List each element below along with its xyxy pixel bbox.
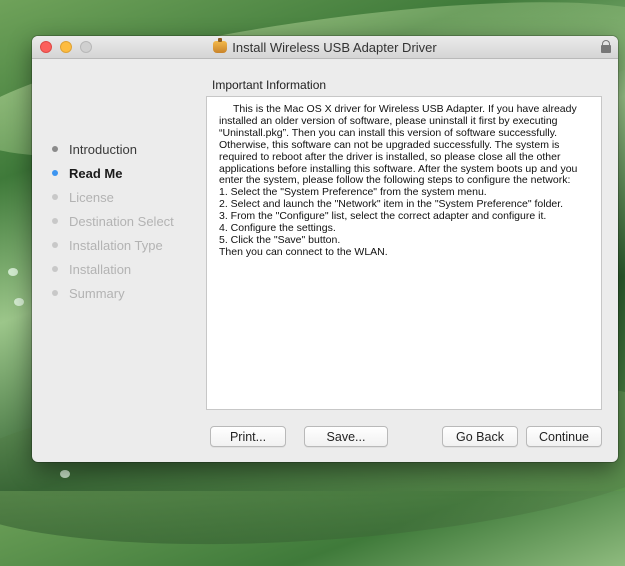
step-dot-icon: [52, 242, 58, 248]
step-dot-icon: [52, 194, 58, 200]
window-title: Install Wireless USB Adapter Driver: [32, 38, 618, 55]
water-drop: [14, 298, 24, 306]
window-title-text: Install Wireless USB Adapter Driver: [232, 40, 437, 55]
lock-icon: [601, 40, 611, 53]
readme-text-area[interactable]: This is the Mac OS X driver for Wireless…: [206, 96, 602, 410]
sidebar-item-destination-select: Destination Select: [52, 214, 174, 230]
continue-button[interactable]: Continue: [526, 426, 602, 447]
title-bar[interactable]: Install Wireless USB Adapter Driver: [32, 36, 618, 59]
go-back-button[interactable]: Go Back: [442, 426, 518, 447]
sidebar-item-installation-type: Installation Type: [52, 238, 163, 254]
save-button[interactable]: Save...: [304, 426, 388, 447]
installer-window: Install Wireless USB Adapter Driver Intr…: [32, 36, 618, 462]
water-drop: [8, 268, 18, 276]
sidebar-item-read-me: Read Me: [52, 166, 122, 182]
print-button[interactable]: Print...: [210, 426, 286, 447]
readme-intro: This is the Mac OS X driver for Wireless…: [219, 103, 578, 187]
sidebar-item-license: License: [52, 190, 114, 206]
step-dot-icon: [52, 146, 58, 152]
section-title: Important Information: [212, 78, 327, 92]
readme-closing: Then you can connect to the WLAN.: [219, 245, 388, 258]
sidebar-item-summary: Summary: [52, 286, 125, 302]
step-dot-icon: [52, 170, 58, 176]
step-dot-icon: [52, 290, 58, 296]
steps-sidebar: Introduction Read Me License Destination…: [32, 58, 200, 462]
step-dot-icon: [52, 218, 58, 224]
sidebar-item-installation: Installation: [52, 262, 131, 278]
step-dot-icon: [52, 266, 58, 272]
package-icon: [213, 38, 228, 53]
water-drop: [60, 470, 70, 478]
sidebar-item-introduction: Introduction: [52, 142, 137, 158]
